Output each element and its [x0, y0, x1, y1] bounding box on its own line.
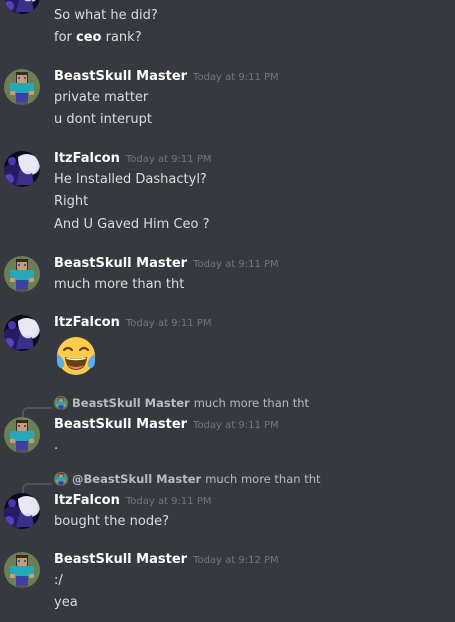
timestamp: Today at 9:11 PM — [125, 496, 212, 507]
username[interactable]: BeastSkull Master — [54, 256, 187, 271]
falcon-avatar-icon[interactable] — [4, 315, 40, 351]
message-header: BeastSkull Master Today at 9:12 PM — [54, 551, 279, 570]
message-line: yea — [54, 595, 78, 610]
beastskull-avatar-icon — [54, 396, 68, 410]
joy-emoji-icon[interactable] — [54, 334, 98, 378]
beastskull-avatar-icon[interactable] — [4, 69, 40, 105]
message-header: BeastSkull Master Today at 9:11 PM — [54, 68, 279, 87]
message-header: BeastSkull Master Today at 9:11 PM — [54, 255, 279, 274]
username[interactable]: BeastSkull Master — [54, 417, 187, 432]
reply-spine — [22, 483, 52, 494]
message-header: ItzFalcon Today at 9:11 PM — [54, 492, 211, 511]
timestamp: Today at 9:11 PM — [193, 259, 279, 270]
timestamp: Today at 9:11 PM — [193, 420, 279, 431]
username[interactable]: BeastSkull Master — [54, 69, 187, 84]
timestamp: Today at 9:11 PM — [125, 154, 212, 165]
message-line: private matter — [54, 90, 149, 105]
message-header: ItzFalcon Today at 9:11 PM — [54, 150, 211, 169]
username[interactable]: ItzFalcon — [54, 493, 120, 508]
timestamp: Today at 9:11 PM — [193, 72, 279, 83]
message-line: . — [54, 438, 59, 453]
chat-message-list: So what he did? for ceo rank? BeastSkull… — [0, 0, 455, 622]
reply-preview[interactable]: @BeastSkull Master much more than tht — [54, 471, 321, 487]
message-line: much more than tht — [54, 277, 185, 292]
beastskull-avatar-icon[interactable] — [4, 256, 40, 292]
message-line: Right — [54, 194, 89, 209]
beastskull-avatar-icon[interactable] — [4, 417, 40, 453]
falcon-avatar-icon[interactable] — [4, 493, 40, 529]
falcon-avatar-icon[interactable] — [4, 0, 40, 14]
reply-preview[interactable]: BeastSkull Master much more than tht — [54, 395, 309, 411]
reply-spine — [22, 407, 52, 418]
message-line: for ceo rank? — [54, 30, 142, 45]
beastskull-avatar-icon[interactable] — [4, 552, 40, 588]
reply-text: much more than tht — [193, 396, 310, 410]
message-line: And U Gaved Him Ceo ? — [54, 217, 210, 232]
timestamp: Today at 9:11 PM — [125, 318, 212, 329]
message-line: He Installed Dashactyl? — [54, 172, 207, 187]
message-header: ItzFalcon Today at 9:11 PM — [54, 314, 211, 333]
message-header: BeastSkull Master Today at 9:11 PM — [54, 416, 279, 435]
beastskull-avatar-icon — [54, 472, 68, 486]
timestamp: Today at 9:12 PM — [193, 555, 279, 566]
username[interactable]: ItzFalcon — [54, 151, 120, 166]
username[interactable]: BeastSkull Master — [54, 552, 187, 567]
reply-text: much more than tht — [205, 472, 321, 486]
reply-author[interactable]: BeastSkull Master — [72, 395, 190, 411]
message-line: :/ — [54, 573, 63, 588]
username[interactable]: ItzFalcon — [54, 315, 120, 330]
message-line: u dont interupt — [54, 112, 152, 127]
message-line: So what he did? — [54, 8, 158, 23]
reply-author[interactable]: @BeastSkull Master — [72, 471, 201, 487]
falcon-avatar-icon[interactable] — [4, 151, 40, 187]
message-line: bought the node? — [54, 514, 169, 529]
